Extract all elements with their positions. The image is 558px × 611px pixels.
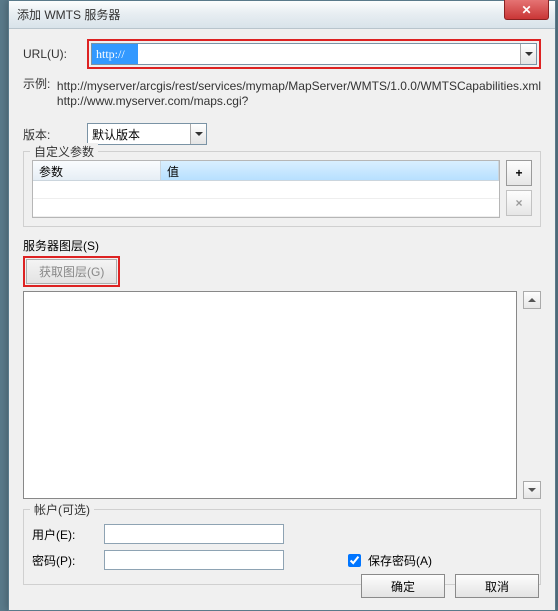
- version-dropdown-arrow[interactable]: [190, 124, 206, 144]
- add-param-button[interactable]: +: [506, 160, 532, 186]
- password-row: 密码(P): 保存密码(A): [32, 550, 532, 570]
- ok-label: 确定: [391, 578, 415, 595]
- password-label: 密码(P):: [32, 552, 104, 569]
- window-title: 添加 WMTS 服务器: [17, 6, 120, 23]
- plus-icon: +: [515, 166, 522, 180]
- layers-listbox[interactable]: [23, 291, 517, 499]
- url-input[interactable]: [92, 44, 520, 64]
- example-row: 示例: http://myserver/arcgis/rest/services…: [23, 75, 541, 117]
- table-row[interactable]: [33, 199, 499, 217]
- account-legend: 帐户(可选): [30, 501, 94, 518]
- params-side-buttons: + ×: [506, 160, 532, 218]
- custom-params-fieldset: 自定义参数 参数 值 + ×: [23, 151, 541, 227]
- dialog-footer: 确定 取消: [361, 574, 539, 598]
- params-rows[interactable]: [33, 181, 499, 217]
- chevron-down-icon: [525, 52, 533, 56]
- params-area: 参数 值 + ×: [32, 160, 532, 218]
- cancel-button[interactable]: 取消: [455, 574, 539, 598]
- close-icon: ✕: [521, 3, 531, 17]
- url-row: URL(U):: [23, 39, 541, 69]
- params-header: 参数 值: [33, 161, 499, 181]
- example-text: http://myserver/arcgis/rest/services/mym…: [57, 79, 541, 109]
- example-label: 示例:: [23, 75, 57, 92]
- params-table[interactable]: 参数 值: [32, 160, 500, 218]
- example-line2: http://www.myserver.com/maps.cgi?: [57, 94, 541, 109]
- cancel-label: 取消: [485, 578, 509, 595]
- example-line1: http://myserver/arcgis/rest/services/mym…: [57, 79, 541, 94]
- titlebar: 添加 WMTS 服务器 ✕: [9, 1, 555, 29]
- layers-scroll-buttons: [523, 291, 541, 499]
- chevron-down-icon: [528, 488, 536, 492]
- table-row[interactable]: [33, 181, 499, 199]
- save-password-label: 保存密码(A): [368, 552, 432, 569]
- version-combobox[interactable]: 默认版本: [87, 123, 207, 145]
- version-row: 版本: 默认版本: [23, 123, 541, 145]
- remove-icon: ×: [515, 196, 522, 210]
- chevron-down-icon: [195, 132, 203, 136]
- close-button[interactable]: ✕: [504, 0, 549, 20]
- get-layers-highlight: 获取图层(G): [23, 256, 120, 287]
- password-input[interactable]: [104, 550, 284, 570]
- save-password-checkbox[interactable]: [348, 554, 361, 567]
- url-highlight-box: [87, 39, 541, 69]
- dialog-body: URL(U): // simulate selected text highli…: [9, 29, 555, 610]
- col-header-value[interactable]: 值: [161, 161, 499, 180]
- dialog-window: 添加 WMTS 服务器 ✕ URL(U): // simulate select…: [8, 0, 556, 611]
- layers-area: [23, 291, 541, 499]
- url-combobox[interactable]: [91, 43, 537, 65]
- custom-params-legend: 自定义参数: [30, 143, 98, 160]
- version-label: 版本:: [23, 126, 87, 143]
- version-selected: 默认版本: [88, 124, 190, 144]
- get-layers-button[interactable]: 获取图层(G): [26, 259, 117, 284]
- col-header-param[interactable]: 参数: [33, 161, 161, 180]
- user-label: 用户(E):: [32, 526, 104, 543]
- ok-button[interactable]: 确定: [361, 574, 445, 598]
- remove-param-button[interactable]: ×: [506, 190, 532, 216]
- move-up-button[interactable]: [523, 291, 541, 309]
- move-down-button[interactable]: [523, 481, 541, 499]
- url-dropdown-arrow[interactable]: [520, 44, 536, 64]
- server-layers-label: 服务器图层(S): [23, 237, 541, 254]
- chevron-up-icon: [528, 298, 536, 302]
- user-input[interactable]: [104, 524, 284, 544]
- user-row: 用户(E):: [32, 524, 532, 544]
- url-label: URL(U):: [23, 47, 87, 61]
- save-password-wrap[interactable]: 保存密码(A): [344, 551, 432, 570]
